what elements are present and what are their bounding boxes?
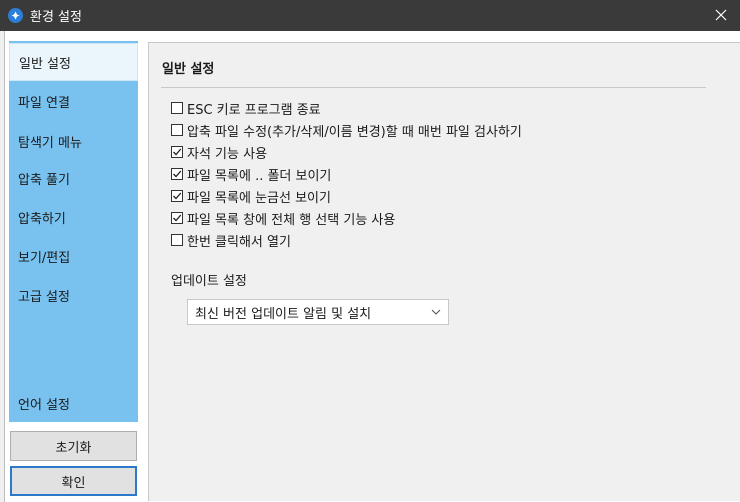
sidebar-item-explorer-menu[interactable]: 탐색기 메뉴 — [9, 122, 138, 160]
page-title: 일반 설정 — [162, 62, 215, 77]
option-parent-folder[interactable]: 파일 목록에 .. 폴더 보이기 — [171, 165, 332, 184]
option-verify-on-modify[interactable]: 압축 파일 수정(추가/삭제/이름 변경)할 때 매번 파일 검사하기 — [171, 121, 522, 140]
sidebar-item-label: 고급 설정 — [18, 289, 70, 305]
app-logo-icon — [8, 8, 23, 23]
checkmark-icon — [173, 192, 182, 200]
chevron-down-icon — [431, 309, 441, 315]
update-settings-label: 업데이트 설정 — [171, 274, 247, 289]
option-label: 파일 목록에 .. 폴더 보이기 — [187, 168, 332, 184]
sidebar-item-label: 압축하기 — [18, 211, 66, 227]
option-single-click-open[interactable]: 한번 클릭해서 열기 — [171, 231, 291, 250]
checkbox-checked[interactable] — [171, 212, 183, 224]
option-label: ESC 키로 프로그램 종료 — [187, 102, 321, 118]
sidebar-item-general[interactable]: 일반 설정 — [9, 43, 138, 81]
close-button[interactable] — [708, 4, 734, 26]
update-mode-select[interactable]: 최신 버전 업데이트 알림 및 설치 — [187, 299, 449, 325]
sidebar-item-view-edit[interactable]: 보기/편집 — [9, 237, 138, 275]
sidebar-item-label: 보기/편집 — [18, 250, 71, 266]
option-label: 파일 목록에 눈금선 보이기 — [187, 190, 331, 206]
reset-button[interactable]: 초기화 — [10, 431, 137, 461]
option-full-row-select[interactable]: 파일 목록 창에 전체 행 선택 기능 사용 — [171, 209, 396, 228]
select-value: 최신 버전 업데이트 알림 및 설치 — [195, 306, 372, 322]
ok-button[interactable]: 확인 — [10, 466, 137, 496]
sidebar-item-label: 파일 연결 — [18, 95, 70, 111]
sidebar-nav: 일반 설정 파일 연결 탐색기 메뉴 압축 풀기 압축하기 보기/편집 고급 설… — [9, 41, 138, 422]
checkbox[interactable] — [171, 124, 183, 136]
settings-panel: 일반 설정 ESC 키로 프로그램 종료 압축 파일 수정(추가/삭제/이름 변… — [148, 42, 740, 501]
option-esc-exit[interactable]: ESC 키로 프로그램 종료 — [171, 99, 321, 118]
sidebar-item-extract[interactable]: 압축 풀기 — [9, 159, 138, 197]
sidebar-item-language[interactable]: 언어 설정 — [9, 384, 138, 422]
checkbox[interactable] — [171, 234, 183, 246]
option-label: 압축 파일 수정(추가/삭제/이름 변경)할 때 매번 파일 검사하기 — [187, 124, 522, 140]
checkbox-checked[interactable] — [171, 190, 183, 202]
window-title: 환경 설정 — [30, 10, 82, 25]
option-magnet[interactable]: 자석 기능 사용 — [171, 143, 268, 162]
checkbox[interactable] — [171, 102, 183, 114]
option-label: 파일 목록 창에 전체 행 선택 기능 사용 — [187, 212, 396, 228]
sidebar-item-label: 일반 설정 — [19, 56, 71, 72]
close-icon — [715, 9, 727, 21]
sidebar-item-label: 압축 풀기 — [18, 172, 70, 188]
sidebar-item-label: 언어 설정 — [18, 397, 70, 413]
checkmark-icon — [173, 214, 182, 222]
checkbox-checked[interactable] — [171, 146, 183, 158]
option-label: 자석 기능 사용 — [187, 146, 268, 162]
sidebar-item-label: 탐색기 메뉴 — [18, 135, 82, 151]
checkmark-icon — [173, 148, 182, 156]
checkbox-checked[interactable] — [171, 168, 183, 180]
sidebar-item-compress[interactable]: 압축하기 — [9, 198, 138, 236]
option-label: 한번 클릭해서 열기 — [187, 234, 291, 250]
checkmark-icon — [173, 170, 182, 178]
option-gridlines[interactable]: 파일 목록에 눈금선 보이기 — [171, 187, 331, 206]
sidebar-item-advanced[interactable]: 고급 설정 — [9, 276, 138, 314]
divider — [161, 87, 706, 88]
title-bar: 환경 설정 — [0, 0, 740, 31]
sidebar-item-file-association[interactable]: 파일 연결 — [9, 82, 138, 120]
